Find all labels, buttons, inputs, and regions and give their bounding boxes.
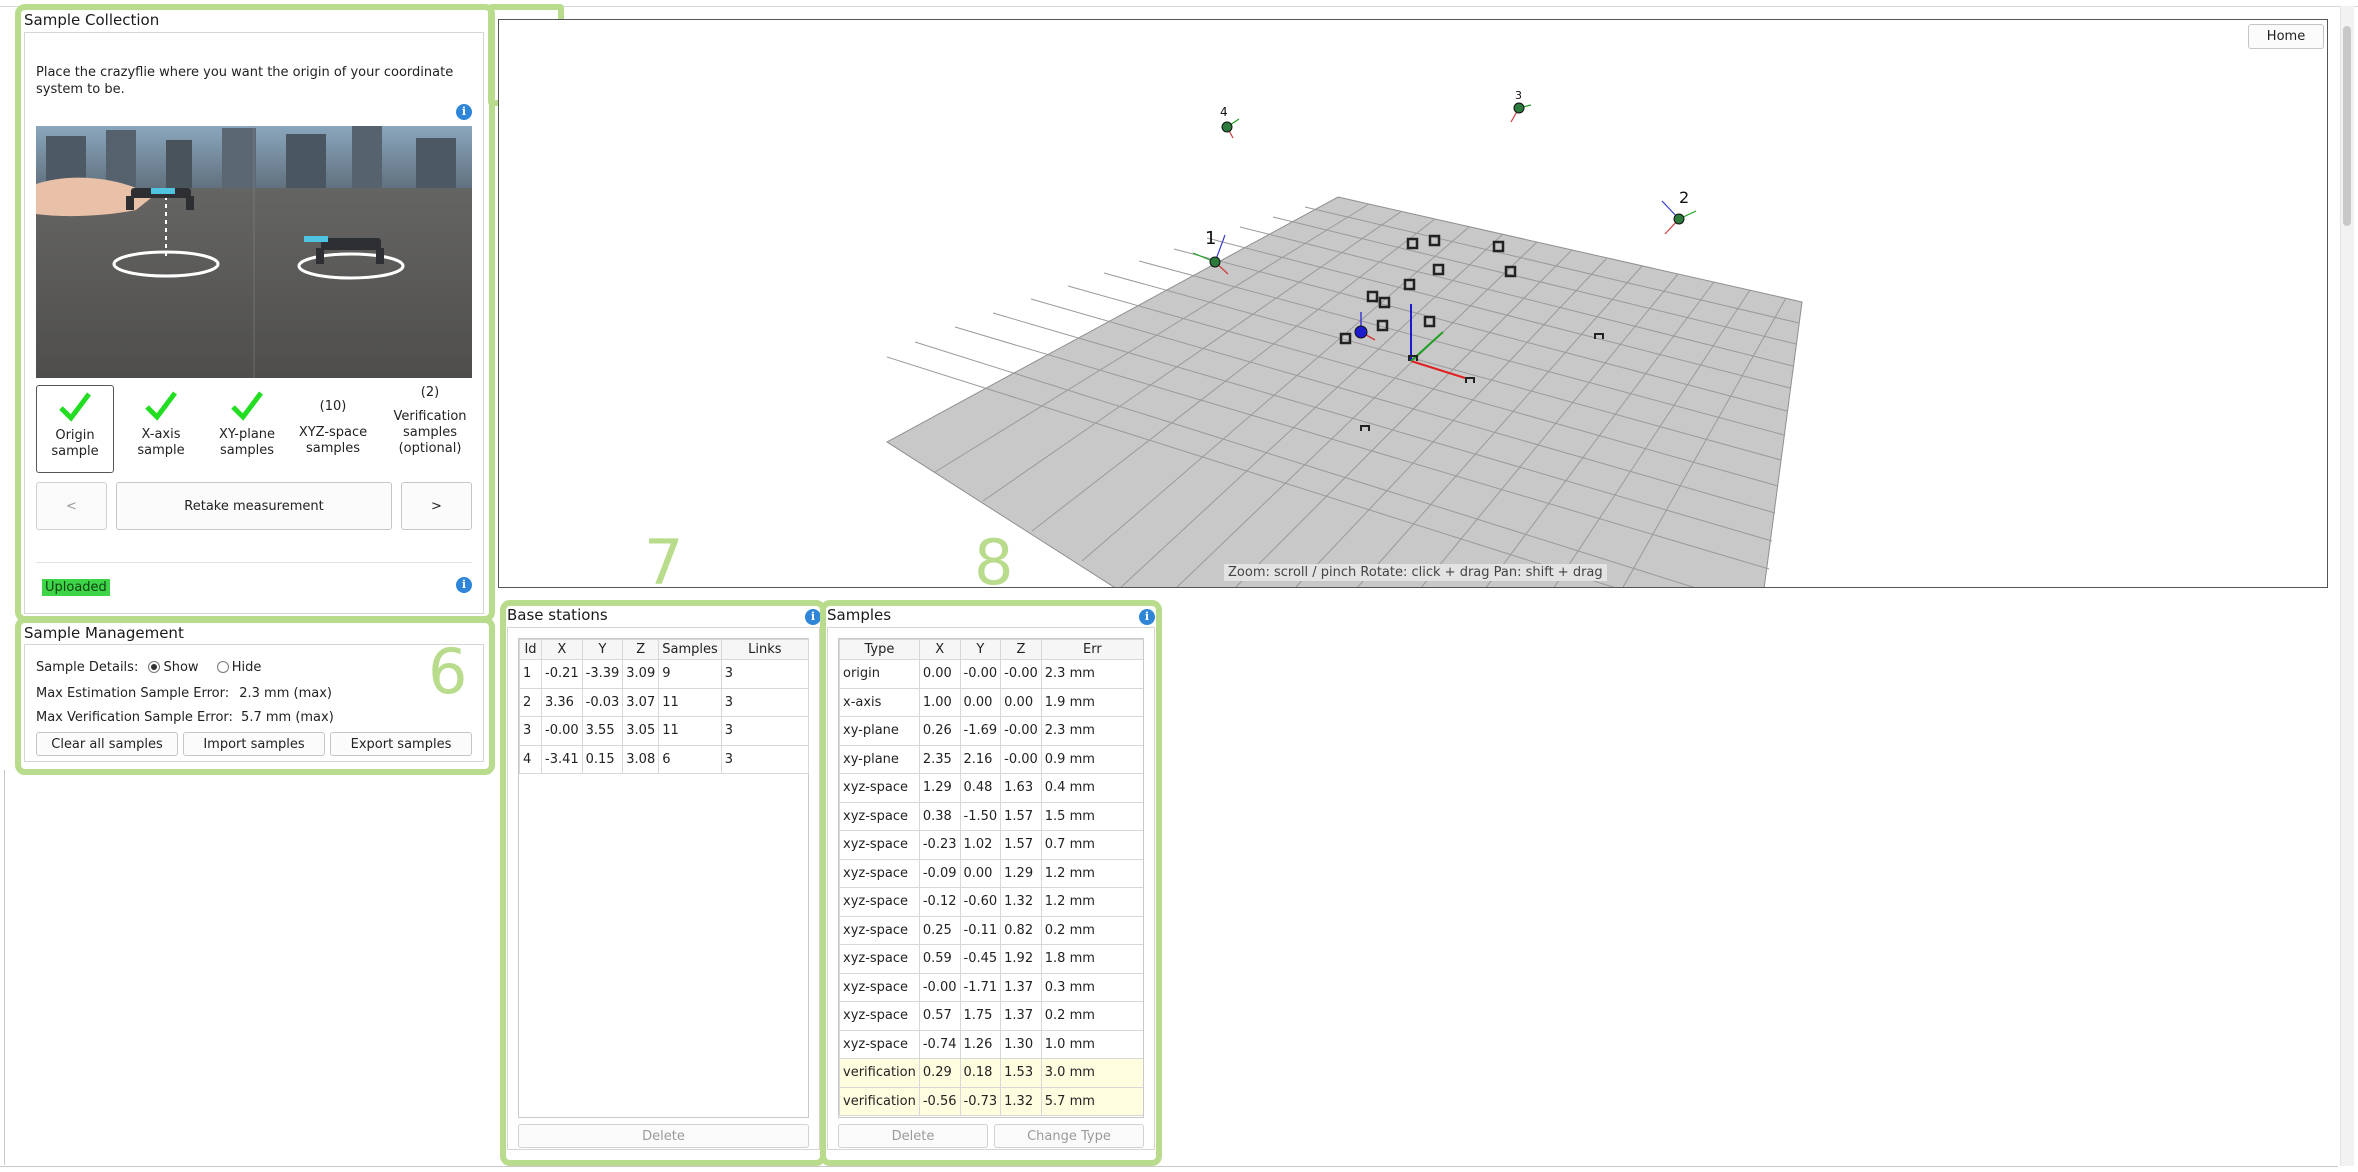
station-label-3: 3 [1515, 89, 1522, 102]
bottom-divider [0, 1166, 2338, 1167]
station-label-1: 1 [1205, 228, 1216, 249]
station-label-2: 2 [1679, 188, 1689, 207]
highlight-frame-6 [15, 617, 495, 775]
highlight-frame-8 [820, 600, 1162, 1166]
highlight-number-7: 7 [644, 526, 684, 599]
station-label-4: 4 [1220, 105, 1228, 119]
highlight-frame-5 [15, 4, 495, 622]
highlight-number-6: 6 [428, 635, 468, 708]
highlight-frame-7 [500, 600, 826, 1166]
viewport-hint: Zoom: scroll / pinch Rotate: click + dra… [1224, 564, 1607, 581]
3d-viewport[interactable]: 1 2 3 4 [498, 19, 2328, 588]
home-button[interactable]: Home [2248, 24, 2324, 49]
scrollbar-thumb[interactable] [2343, 26, 2351, 226]
base-station-3[interactable] [1510, 102, 1532, 123]
left-divider [4, 770, 5, 1165]
highlight-number-8: 8 [974, 526, 1014, 599]
3d-scene[interactable]: 1 2 3 4 [499, 20, 2328, 588]
base-station-4[interactable] [1221, 118, 1240, 139]
